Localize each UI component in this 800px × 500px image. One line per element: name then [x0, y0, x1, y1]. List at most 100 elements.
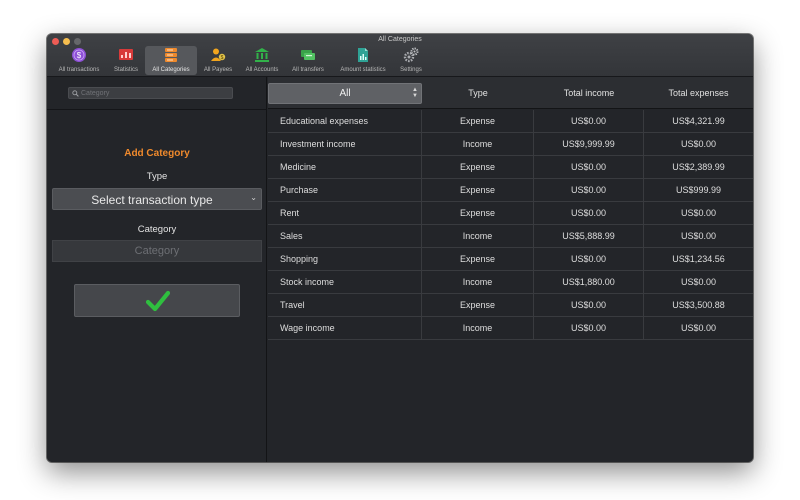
toolbar-label: All Accounts — [245, 67, 279, 73]
divider — [47, 109, 267, 110]
column-header-total-expenses[interactable]: Total expenses — [644, 88, 753, 98]
type-cell: Income — [422, 271, 534, 293]
toolbar-label: Statistics — [113, 67, 138, 73]
column-header-type[interactable]: Type — [422, 88, 534, 98]
category-label: Category — [137, 224, 177, 235]
filter-value: All — [339, 88, 351, 99]
table-row[interactable]: Stock income Income US$1,880.00 US$0.00 — [268, 271, 753, 294]
gears-icon — [403, 47, 419, 63]
total-expenses-cell: US$0.00 — [680, 277, 717, 287]
category-name-cell: Shopping — [268, 248, 422, 270]
type-cell: Expense — [422, 179, 534, 201]
total-expenses-cell: US$0.00 — [680, 323, 717, 333]
toolbar-label: All transfers — [292, 67, 324, 73]
app-window: All Categories $ All transactions Statis… — [47, 34, 753, 462]
toolbar-label: All Payees — [203, 67, 233, 73]
table-row[interactable]: Educational expenses Expense US$0.00 US$4,3… — [268, 110, 753, 133]
total-income-cell: US$0.00 — [534, 248, 644, 270]
category-name-cell: Travel — [268, 294, 422, 316]
toolbar-label: All transactions — [58, 67, 100, 73]
toolbar-statistics[interactable]: Statistics — [109, 46, 143, 75]
transfer-icon — [301, 50, 315, 60]
column-header-total-income[interactable]: Total income — [534, 88, 644, 98]
document-chart-icon — [358, 48, 368, 62]
title-bar: All Categories $ All transactions Statis… — [47, 34, 753, 77]
transaction-type-value: Select transaction type — [91, 193, 213, 207]
add-category-button[interactable] — [74, 284, 240, 317]
toolbar-all-accounts[interactable]: All Accounts — [242, 46, 282, 75]
total-expenses-cell: US$3,500.88 — [672, 300, 725, 310]
table-row[interactable]: Travel Expense US$0.00 US$3,500.88 — [268, 294, 753, 317]
total-income-cell: US$9,999.99 — [534, 133, 644, 155]
total-expenses-cell: US$0.00 — [680, 139, 717, 149]
table-row[interactable]: Rent Expense US$0.00 US$0.00 — [268, 202, 753, 225]
window-title: All Categories — [378, 36, 422, 43]
type-cell: Income — [422, 133, 534, 155]
category-name-cell: Investment income — [268, 133, 422, 155]
category-name-cell: Stock income — [268, 271, 422, 293]
chevron-down-icon: ⌄ — [250, 193, 257, 202]
type-cell: Expense — [422, 110, 534, 132]
total-income-cell: US$1,880.00 — [534, 271, 644, 293]
total-income-cell: US$0.00 — [534, 156, 644, 178]
table-row[interactable]: Sales Income US$5,888.99 US$0.00 — [268, 225, 753, 248]
total-income-cell: US$0.00 — [534, 294, 644, 316]
toolbar-label: All Categories — [152, 67, 190, 73]
red-chart-icon — [119, 49, 133, 60]
toolbar-label: Settings — [400, 67, 422, 73]
toolbar-settings[interactable]: Settings — [395, 46, 427, 75]
total-income-cell: US$0.00 — [534, 179, 644, 201]
category-name-cell: Rent — [268, 202, 422, 224]
type-label: Type — [146, 171, 168, 182]
type-cell: Expense — [422, 202, 534, 224]
category-search-field[interactable] — [68, 87, 233, 99]
total-expenses-cell: US$2,389.99 — [672, 162, 725, 172]
transaction-type-select[interactable]: Select transaction type ⌄ — [52, 188, 262, 210]
total-expenses-cell: US$999.99 — [675, 185, 722, 195]
toolbar-label: Amount statistics — [340, 67, 386, 73]
table-row[interactable]: Medicine Expense US$0.00 US$2,389.99 — [268, 156, 753, 179]
toolbar-all-categories[interactable]: All Categories — [145, 46, 197, 75]
bank-icon — [255, 48, 269, 62]
purple-coin-icon: $ — [72, 48, 86, 62]
total-expenses-cell: US$1,234.56 — [672, 254, 725, 264]
svg-text:$: $ — [221, 55, 224, 61]
category-name-input[interactable] — [52, 240, 262, 262]
category-name-cell: Sales — [268, 225, 422, 247]
add-category-sidebar: Add Category Type Select transaction typ… — [47, 77, 267, 462]
table-row[interactable]: Shopping Expense US$0.00 US$1,234.56 — [268, 248, 753, 271]
total-expenses-cell: US$0.00 — [680, 208, 717, 218]
category-name-cell: Wage income — [268, 317, 422, 339]
total-income-cell: US$5,888.99 — [534, 225, 644, 247]
total-income-cell: US$0.00 — [534, 202, 644, 224]
toolbar-amount-statistics[interactable]: Amount statistics — [335, 46, 391, 75]
categories-table: All ▲ ▼ Type Total income Total expenses … — [268, 77, 753, 462]
table-row[interactable]: Investment income Income US$9,999.99 US$0.0… — [268, 133, 753, 156]
up-down-arrows-icon: ▲ ▼ — [412, 87, 418, 99]
type-cell: Income — [422, 317, 534, 339]
table-row[interactable]: Wage income Income US$0.00 US$0.00 — [268, 317, 753, 340]
table-header: All ▲ ▼ Type Total income Total expenses — [268, 77, 753, 109]
type-cell: Expense — [422, 294, 534, 316]
table-row[interactable]: Purchase Expense US$0.00 US$999.99 — [268, 179, 753, 202]
add-category-heading: Add Category — [124, 148, 190, 159]
search-input[interactable] — [81, 88, 229, 98]
category-name-cell: Medicine — [268, 156, 422, 178]
type-cell: Income — [422, 225, 534, 247]
svg-text:$: $ — [77, 51, 82, 60]
type-cell: Expense — [422, 248, 534, 270]
payees-icon: $ — [211, 48, 226, 61]
toolbar-all-transfers[interactable]: All transfers — [289, 46, 327, 75]
category-name-cell: Educational expenses — [268, 110, 422, 132]
total-expenses-cell: US$0.00 — [680, 231, 717, 241]
total-income-cell: US$0.00 — [534, 317, 644, 339]
toolbar-all-transactions[interactable]: $ All transactions — [51, 46, 107, 75]
category-name-cell: Purchase — [268, 179, 422, 201]
search-icon — [72, 90, 79, 97]
orange-stack-icon — [165, 48, 177, 62]
type-filter-dropdown[interactable]: All ▲ ▼ — [268, 83, 422, 104]
checkmark-icon — [146, 290, 170, 312]
toolbar-all-payees[interactable]: $ All Payees — [201, 46, 235, 75]
total-expenses-cell: US$4,321.99 — [672, 116, 725, 126]
type-cell: Expense — [422, 156, 534, 178]
